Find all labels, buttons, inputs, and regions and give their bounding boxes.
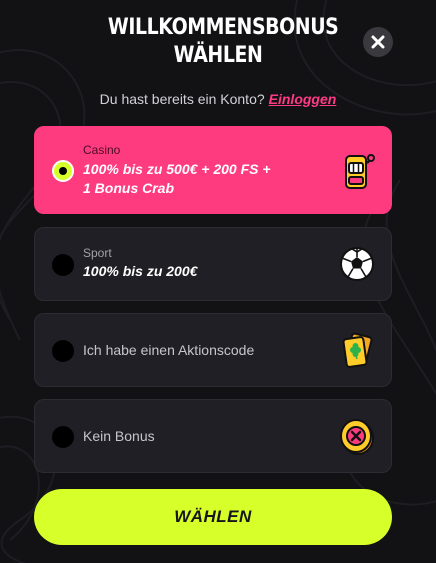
login-text: Du hast bereits ein Konto? (99, 91, 265, 107)
login-link[interactable]: Einloggen (269, 91, 337, 107)
option-description: 100% bis zu 500€ + 200 FS + 1 Bonus Crab (83, 160, 333, 198)
no-bonus-coin-icon (340, 419, 374, 455)
choose-bonus-button[interactable]: WÄHLEN (34, 489, 392, 545)
close-button[interactable] (363, 27, 393, 57)
login-prompt: Du hast bereits ein Konto? Einloggen (0, 91, 436, 107)
close-icon (371, 35, 385, 49)
soccer-ball-icon (340, 247, 374, 281)
title-line-2: WÄHLEN (173, 43, 263, 68)
slot-machine-icon (345, 154, 375, 189)
radio-casino[interactable] (52, 160, 74, 182)
bonus-option-promo-code[interactable]: Ich habe einen Aktionscode (34, 313, 392, 387)
option-category: Casino (83, 143, 121, 157)
option-description: 100% bis zu 200€ (83, 263, 198, 279)
option-category: Sport (83, 246, 112, 260)
bonus-option-casino[interactable]: Casino 100% bis zu 500€ + 200 FS + 1 Bon… (34, 126, 392, 214)
bonus-option-sport[interactable]: Sport 100% bis zu 200€ (34, 227, 392, 301)
radio-sport[interactable] (52, 254, 74, 276)
option-label: Kein Bonus (83, 428, 155, 444)
title-line-1: WILLKOMMENSBONUS (107, 15, 339, 40)
bonus-option-no-bonus[interactable]: Kein Bonus (34, 399, 392, 473)
radio-promo-code[interactable] (52, 340, 74, 362)
option-label: Ich habe einen Aktionscode (83, 342, 255, 358)
radio-no-bonus[interactable] (52, 426, 74, 448)
option-description-line-2: 1 Bonus Crab (83, 180, 175, 196)
page-title: WILLKOMMENSBONUS WÄHLEN (107, 14, 339, 70)
option-description-line-1: 100% bis zu 500€ + 200 FS + (83, 161, 271, 177)
promo-ticket-icon (342, 332, 373, 368)
